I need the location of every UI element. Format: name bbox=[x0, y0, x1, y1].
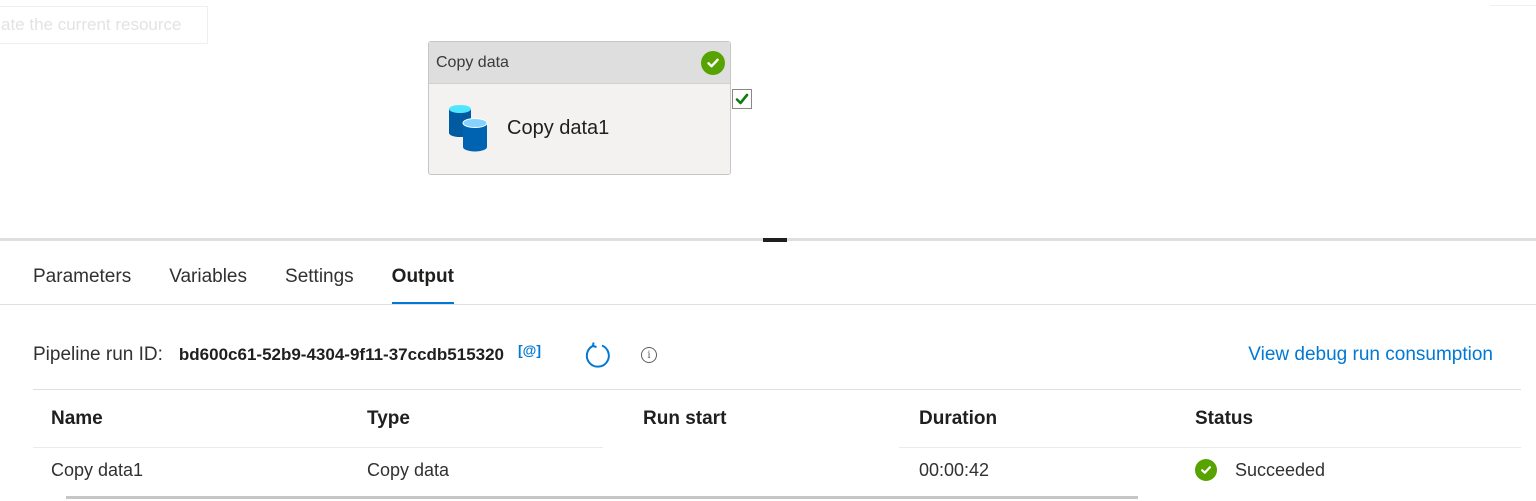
view-debug-run-consumption-link[interactable]: View debug run consumption bbox=[1248, 344, 1493, 366]
succeeded-icon bbox=[1195, 459, 1217, 481]
info-icon[interactable]: i bbox=[641, 347, 657, 363]
canvas-corner bbox=[1490, 0, 1536, 6]
cell-duration: 00:00:42 bbox=[919, 459, 990, 480]
tabs-divider bbox=[0, 304, 1536, 305]
run-id-value: bd600c61-52b9-4304-9f11-37ccdb515320 bbox=[178, 345, 505, 364]
splitter-handle[interactable] bbox=[763, 238, 787, 242]
tab-settings[interactable]: Settings bbox=[285, 262, 354, 305]
run-id-label: Pipeline run ID: bbox=[33, 344, 163, 365]
database-icon bbox=[449, 105, 488, 152]
table-header: Name Type Run start Duration Status bbox=[33, 390, 1521, 448]
copy-icon[interactable]: [@] bbox=[518, 342, 541, 358]
pipeline-run-id-row: Pipeline run ID: bd600c61-52b9-4304-9f11… bbox=[33, 339, 1503, 371]
column-header-name[interactable]: Name bbox=[51, 408, 103, 430]
activity-body: Copy data1 bbox=[429, 84, 730, 172]
column-header-duration[interactable]: Duration bbox=[919, 408, 997, 430]
pipeline-canvas[interactable]: ate the current resource Copy data Copy … bbox=[0, 0, 1536, 238]
tab-parameters[interactable]: Parameters bbox=[33, 262, 131, 305]
activity-runs-table: Name Type Run start Duration Status Copy… bbox=[33, 390, 1521, 493]
column-header-status[interactable]: Status bbox=[1195, 408, 1253, 430]
table-row[interactable]: Copy data1 Copy data 00:00:42 Succeeded bbox=[33, 447, 1521, 493]
tab-variables[interactable]: Variables bbox=[169, 262, 247, 305]
activity-type-label: Copy data bbox=[436, 53, 509, 71]
horizontal-scrollbar[interactable] bbox=[66, 496, 1138, 499]
column-header-run-start[interactable]: Run start bbox=[643, 408, 726, 430]
success-output-port[interactable] bbox=[732, 89, 752, 109]
column-header-type[interactable]: Type bbox=[367, 408, 410, 430]
cell-name[interactable]: Copy data1 bbox=[51, 460, 143, 481]
copy-activity-node[interactable]: Copy data Copy data1 bbox=[428, 41, 731, 175]
canvas-tooltip: ate the current resource bbox=[0, 6, 208, 44]
checkmark-icon bbox=[735, 93, 749, 105]
refresh-icon[interactable] bbox=[583, 340, 613, 370]
success-status-icon bbox=[701, 50, 725, 75]
properties-tabs: Parameters Variables Settings Output bbox=[33, 262, 492, 306]
activity-header: Copy data bbox=[429, 42, 730, 84]
tab-output[interactable]: Output bbox=[391, 262, 455, 305]
status-text: Succeeded bbox=[1235, 459, 1326, 480]
cell-status: Succeeded bbox=[1195, 459, 1325, 481]
activity-name: Copy data1 bbox=[507, 116, 610, 139]
cell-type: Copy data bbox=[367, 459, 450, 480]
